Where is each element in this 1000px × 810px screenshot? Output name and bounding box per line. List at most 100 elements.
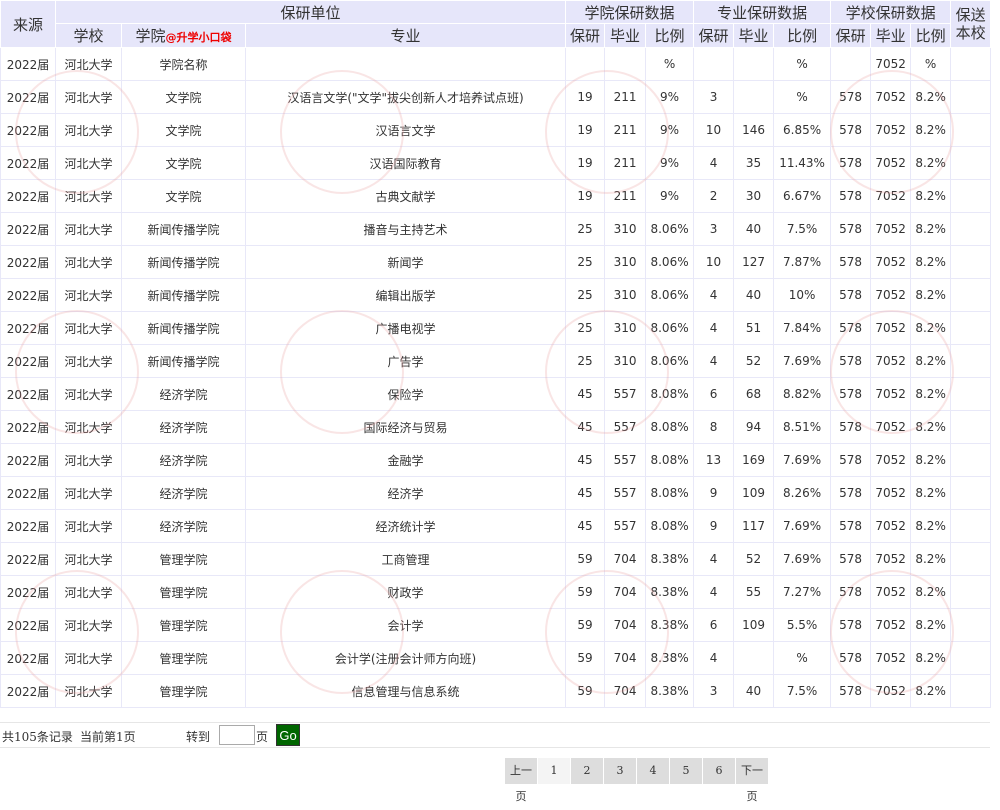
- pager: 上一页 1 2 3 4 5 6 下一页: [505, 758, 768, 803]
- cell-school-bili: 8.2%: [910, 179, 952, 213]
- page-3-button[interactable]: 3: [604, 758, 636, 784]
- cell-major-biye: 40: [733, 278, 775, 312]
- cell-source: 2022届: [0, 641, 56, 675]
- cell-school-biye: 7052: [870, 443, 912, 477]
- cell-major-biye: [733, 641, 775, 675]
- cell-major-biye: 169: [733, 443, 775, 477]
- cell-college: 新闻传播学院: [121, 278, 246, 312]
- cell-school-biye: 7052: [870, 509, 912, 543]
- cell-major-biye: 52: [733, 344, 775, 378]
- cell-school-biye: 7052: [870, 80, 912, 114]
- cell-college-baoyan: 59: [565, 542, 606, 576]
- cell-major-bili: 6.67%: [773, 179, 832, 213]
- cell-college: 经济学院: [121, 410, 246, 444]
- header-school: 学校: [55, 23, 122, 48]
- cell-college: 文学院: [121, 146, 246, 180]
- cell-college-bili: 8.08%: [645, 410, 695, 444]
- cell-college: 管理学院: [121, 608, 246, 642]
- page-4-button[interactable]: 4: [637, 758, 669, 784]
- cell-college-baoyan: 45: [565, 410, 606, 444]
- cell-major-bili: 8.82%: [773, 377, 832, 411]
- table-row: 2022届 河北大学 管理学院 财政学 59 704 8.38% 4 55 7.27% 578 705…: [0, 575, 992, 609]
- cell-recommend: [950, 47, 992, 81]
- cell-recommend: [950, 179, 992, 213]
- cell-school-baoyan: 578: [830, 509, 872, 543]
- cell-school: 河北大学: [55, 47, 122, 81]
- cell-college-bili: 8.06%: [645, 311, 695, 345]
- cell-school-baoyan: 578: [830, 146, 872, 180]
- cell-major: 汉语言文学: [244, 113, 567, 147]
- cell-major-bili: 7.87%: [773, 245, 832, 279]
- cell-major-baoyan: 13: [693, 443, 735, 477]
- cell-college-baoyan: 45: [565, 443, 606, 477]
- cell-school-biye: 7052: [870, 410, 912, 444]
- cell-school: 河北大学: [55, 608, 122, 642]
- cell-school-baoyan: 578: [830, 410, 872, 444]
- cell-recommend: [950, 476, 992, 510]
- cell-school-baoyan: 578: [830, 278, 872, 312]
- cell-major-bili: 7.27%: [773, 575, 832, 609]
- header-unit: 保研单位: [54, 0, 567, 24]
- cell-college-bili: 9%: [645, 80, 695, 114]
- cell-recommend: [950, 575, 992, 609]
- cell-major-bili: 7.69%: [773, 542, 832, 576]
- cell-college-bili: 8.38%: [645, 542, 695, 576]
- prev-page-button[interactable]: 上一页: [505, 758, 537, 803]
- header-source: 来源: [0, 0, 56, 48]
- cell-college: 经济学院: [121, 509, 246, 543]
- page-5-button[interactable]: 5: [670, 758, 702, 784]
- cell-major-baoyan: 3: [693, 674, 735, 708]
- cell-school: 河北大学: [55, 212, 122, 246]
- cell-major: 汉语国际教育: [244, 146, 567, 180]
- cell-college: 新闻传播学院: [121, 344, 246, 378]
- cell-school-biye: 7052: [870, 575, 912, 609]
- goto-page-input[interactable]: [219, 725, 255, 745]
- cell-school-baoyan: 578: [830, 179, 872, 213]
- cell-college-baoyan: 25: [565, 278, 606, 312]
- next-page-button[interactable]: 下一页: [736, 758, 768, 803]
- table-row: 2022届 河北大学 学院名称%% 7052%: [0, 47, 992, 81]
- table-row: 2022届 河北大学 管理学院 信息管理与信息系统 59 704 8.38% 3 40 7.5% 5…: [0, 674, 992, 708]
- page-6-button[interactable]: 6: [703, 758, 735, 784]
- cell-school-biye: 7052: [870, 113, 912, 147]
- table-row: 2022届 河北大学 新闻传播学院 广告学 25 310 8.06% 4 52 7.69% 578 7…: [0, 344, 992, 378]
- cell-school-bili: 8.2%: [910, 641, 952, 675]
- cell-college-biye: [604, 47, 647, 81]
- cell-college: 经济学院: [121, 443, 246, 477]
- header-college-data: 学院保研数据: [565, 0, 695, 24]
- cell-major-baoyan: 10: [693, 245, 735, 279]
- page-2-button[interactable]: 2: [571, 758, 603, 784]
- cell-college-biye: 704: [604, 575, 647, 609]
- cell-major-biye: 127: [733, 245, 775, 279]
- cell-major: 国际经济与贸易: [244, 410, 567, 444]
- cell-school-baoyan: 578: [830, 608, 872, 642]
- cell-college: 经济学院: [121, 377, 246, 411]
- header-major: 专业: [244, 23, 567, 48]
- cell-major: 财政学: [244, 575, 567, 609]
- header-recommend: 保送本校: [950, 0, 992, 48]
- cell-school: 河北大学: [55, 146, 122, 180]
- cell-source: 2022届: [0, 377, 56, 411]
- cell-college-bili: 8.08%: [645, 476, 695, 510]
- cell-major: 广播电视学: [244, 311, 567, 345]
- cell-school-biye: 7052: [870, 278, 912, 312]
- cell-school-baoyan: 578: [830, 443, 872, 477]
- cell-school: 河北大学: [55, 443, 122, 477]
- cell-school-baoyan: 578: [830, 674, 872, 708]
- cell-recommend: [950, 311, 992, 345]
- baoyan-table: 来源 保研单位 学院保研数据 专业保研数据 学校保研数据 保送本校 学校 学院@…: [0, 0, 992, 708]
- page-1-button[interactable]: 1: [538, 758, 570, 784]
- cell-major-biye: [733, 47, 775, 81]
- go-button[interactable]: Go: [276, 724, 300, 746]
- cell-major: 古典文献学: [244, 179, 567, 213]
- cell-school-bili: 8.2%: [910, 146, 952, 180]
- table-row: 2022届 河北大学 经济学院 经济统计学 45 557 8.08% 9 117 7.69% 578…: [0, 509, 992, 543]
- header-bili: 比例: [773, 23, 832, 48]
- cell-major: 会计学(注册会计师方向班): [244, 641, 567, 675]
- cell-school-biye: 7052: [870, 146, 912, 180]
- cell-recommend: [950, 80, 992, 114]
- cell-major-baoyan: 4: [693, 641, 735, 675]
- cell-school-baoyan: 578: [830, 377, 872, 411]
- cell-school: 河北大学: [55, 311, 122, 345]
- table-row: 2022届 河北大学 新闻传播学院 编辑出版学 25 310 8.06% 4 40 10% 578 7…: [0, 278, 992, 312]
